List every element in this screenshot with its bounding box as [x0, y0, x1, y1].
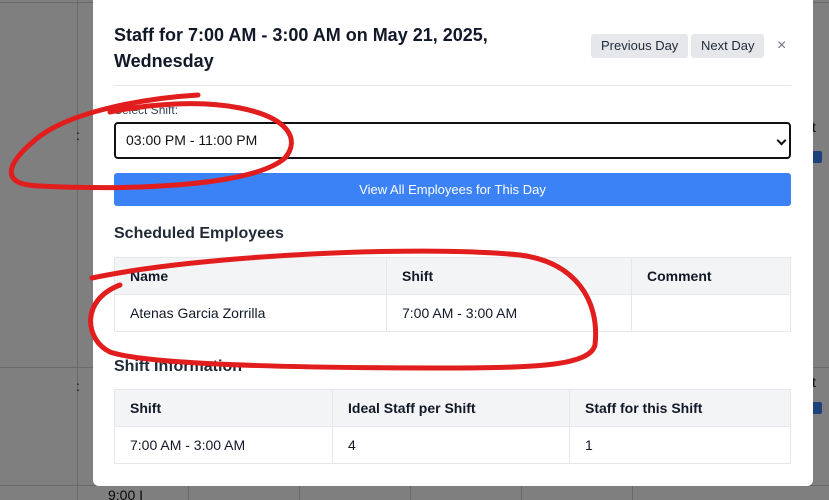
table-row: Atenas Garcia Zorrilla 7:00 AM - 3:00 AM	[114, 294, 791, 332]
divider	[114, 85, 791, 86]
table-cell: Atenas Garcia Zorrilla	[114, 294, 387, 332]
column-header: Name	[114, 257, 387, 295]
column-header: Ideal Staff per Shift	[332, 389, 570, 427]
chevron-down-icon	[776, 135, 787, 146]
column-header: Shift	[114, 389, 333, 427]
shift-select[interactable]: 03:00 PM - 11:00 PM	[114, 122, 791, 159]
table-cell: 7:00 AM - 3:00 AM	[386, 294, 632, 332]
column-header: Staff for this Shift	[569, 389, 791, 427]
next-day-button[interactable]: Next Day	[691, 34, 765, 58]
modal-title: Staff for 7:00 AM - 3:00 AM on May 21, 2…	[114, 25, 488, 71]
view-all-employees-button[interactable]: View All Employees for This Day	[114, 173, 791, 206]
previous-day-button[interactable]: Previous Day	[591, 34, 689, 58]
staff-modal: Staff for 7:00 AM - 3:00 AM on May 21, 2…	[93, 0, 813, 486]
shift-select-value: 03:00 PM - 11:00 PM	[126, 132, 258, 148]
table-header-row: Name Shift Comment	[114, 257, 791, 295]
select-shift-label: Select Shift:	[114, 103, 179, 117]
shift-information-title: Shift Information	[114, 358, 242, 375]
table-cell: 1	[569, 426, 791, 464]
column-header: Shift	[386, 257, 632, 295]
close-icon[interactable]: ×	[777, 36, 786, 56]
shift-information-table: Shift Ideal Staff per Shift Staff for th…	[114, 389, 791, 464]
table-cell	[631, 294, 791, 332]
table-cell: 4	[332, 426, 570, 464]
scheduled-employees-table: Name Shift Comment Atenas Garcia Zorrill…	[114, 257, 791, 332]
table-header-row: Shift Ideal Staff per Shift Staff for th…	[114, 389, 791, 427]
table-row: 7:00 AM - 3:00 AM 4 1	[114, 426, 791, 464]
column-header: Comment	[631, 257, 791, 295]
table-cell: 7:00 AM - 3:00 AM	[114, 426, 333, 464]
scheduled-employees-title: Scheduled Employees	[114, 225, 284, 242]
